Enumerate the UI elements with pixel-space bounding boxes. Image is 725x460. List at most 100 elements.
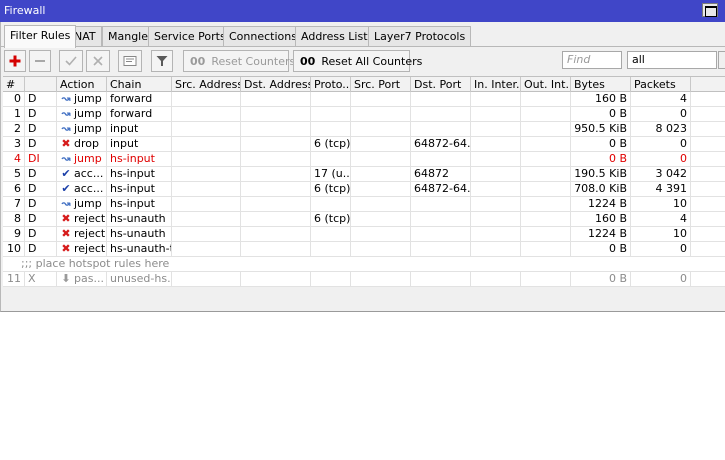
cell-in-interface [471,92,521,107]
tab-mangle[interactable]: Mangle [102,26,155,47]
chevron-down-icon[interactable] [718,51,725,69]
action-label: drop [74,137,99,150]
cell-dst-port: 64872-64... [411,137,471,152]
col-header-dst-address[interactable]: Dst. Address [241,77,311,92]
cell-src-port [351,182,411,197]
table-row[interactable]: 6D✔acc...hs-input6 (tcp)64872-64...708.0… [3,182,725,197]
cell-out-interface [521,92,571,107]
cell-chain: forward [107,92,172,107]
cell-src-port [351,197,411,212]
col-header-packets[interactable]: Packets [631,77,691,92]
cell-protocol: 17 (u... [311,167,351,182]
comment-button[interactable] [118,50,142,72]
cell-packets: 0 [631,272,691,287]
col-header-bytes[interactable]: Bytes [571,77,631,92]
cell-dst-port [411,242,471,257]
table-row[interactable]: 10D✖rejecths-unauth-to0 B0 [3,242,725,257]
maximize-icon[interactable] [702,3,718,17]
cell-bytes: 160 B [571,92,631,107]
action-label: acc... [74,182,104,195]
cell-out-interface [521,242,571,257]
col-header-src-address[interactable]: Src. Address [172,77,241,92]
cell-action: ✖ reject [57,227,107,242]
cell-src-address [172,152,241,167]
col-header-in-interface[interactable]: In. Inter... [471,77,521,92]
cell-dst-address [241,227,311,242]
minus-icon [30,51,50,71]
filter-select[interactable]: all [627,51,717,69]
table-row[interactable]: 3D✖dropinput6 (tcp)64872-64...0 B0 [3,137,725,152]
table-row[interactable]: 2 D ↝ jump input 950.5 KiB 8 023 [3,122,725,137]
col-header-dst-port[interactable]: Dst. Port [411,77,471,92]
col-header-src-port[interactable]: Src. Port [351,77,411,92]
table-row[interactable]: 4 DI ↝ jump hs-input 0 B0 [3,152,725,167]
cell-chain: hs-input [107,152,172,167]
cell-chain: input [107,137,172,152]
col-header-out-interface[interactable]: Out. Int... [521,77,571,92]
add-button[interactable] [4,50,26,72]
cell-out-interface [521,152,571,167]
tab-connections[interactable]: Connections [223,26,303,47]
filter-button[interactable] [151,50,173,72]
cell-bytes: 160 B [571,212,631,227]
cell-flags: D [25,227,57,242]
remove-button[interactable] [29,50,51,72]
cell-packets: 0 [631,137,691,152]
cell-out-interface [521,122,571,137]
cell-packets: 0 [631,242,691,257]
enable-button[interactable] [59,50,83,72]
tab-layer7-protocols[interactable]: Layer7 Protocols [368,26,472,47]
table-row[interactable]: 7 D ↝ jump hs-input 1224 B 10 [3,197,725,212]
cell-protocol [311,122,351,137]
cell-protocol [311,197,351,212]
reset-all-counters-button[interactable]: 00 Reset All Counters [293,50,422,72]
tab-service-ports[interactable]: Service Ports [148,26,232,47]
cell-action: ↝ jump [57,122,107,137]
col-header-protocol[interactable]: Proto... [311,77,351,92]
cell-src-port [351,227,411,242]
cell-in-interface [471,197,521,212]
cell-bytes: 0 B [571,242,631,257]
cell-dst-port [411,107,471,122]
cell-dst-address [241,152,311,167]
cell-num: 6 [3,182,25,197]
firewall-window: Filter Rules NAT Mangle Service Ports Co… [0,22,725,312]
table-row[interactable]: 8 D ✖ reject hs-unauth 6 (tcp) 160 B4 [3,212,725,227]
cell-flags: D [25,167,57,182]
find-input[interactable]: Find [562,51,622,69]
cell-in-interface [471,272,521,287]
cell-action: ✔ acc... [57,182,107,197]
cell-action: ⬇ pas... [57,272,107,287]
cell-num: 10 [3,242,25,257]
cell-dst-port [411,197,471,212]
col-header-flags[interactable] [25,77,57,92]
disable-button[interactable] [86,50,110,72]
cell-out-interface [521,182,571,197]
tab-address-lists[interactable]: Address Lists [295,26,380,47]
table-row[interactable]: 11 X ⬇ pas... unused-hs... 0 B0 [3,272,725,287]
jump-icon: ↝ [61,152,71,165]
cell-src-port [351,152,411,167]
cell-bytes: 950.5 KiB [571,122,631,137]
filter-icon [152,51,172,71]
col-header-action[interactable]: Action [57,77,107,92]
cell-protocol [311,92,351,107]
table-row[interactable]: 0 D ↝ jump forward 160 B4 [3,92,725,107]
table-row[interactable]: 1 D ↝ jump forward 0 B0 [3,107,725,122]
cell-out-interface [521,197,571,212]
cell-dst-address [241,197,311,212]
action-label: reject [74,212,106,225]
col-header-num[interactable]: # [3,77,25,92]
tab-filter-rules[interactable]: Filter Rules [4,25,77,48]
col-header-chain[interactable]: Chain [107,77,172,92]
reject-icon: ✖ [61,242,71,255]
rule-comment: ;;; place hotspot rules here [3,257,725,272]
jump-icon: ↝ [61,197,71,210]
cell-in-interface [471,227,521,242]
cell-src-port [351,107,411,122]
table-row[interactable]: 5 D ✔ acc... hs-input 17 (u... 64872 190.5 KiB 3… [3,167,725,182]
cell-dst-port [411,272,471,287]
table-row[interactable]: 9 D ✖ reject hs-unauth 1224 B 10 [3,227,725,242]
reset-counters-button[interactable]: 00 Reset Counters [183,50,295,72]
cell-protocol: 6 (tcp) [311,212,351,227]
